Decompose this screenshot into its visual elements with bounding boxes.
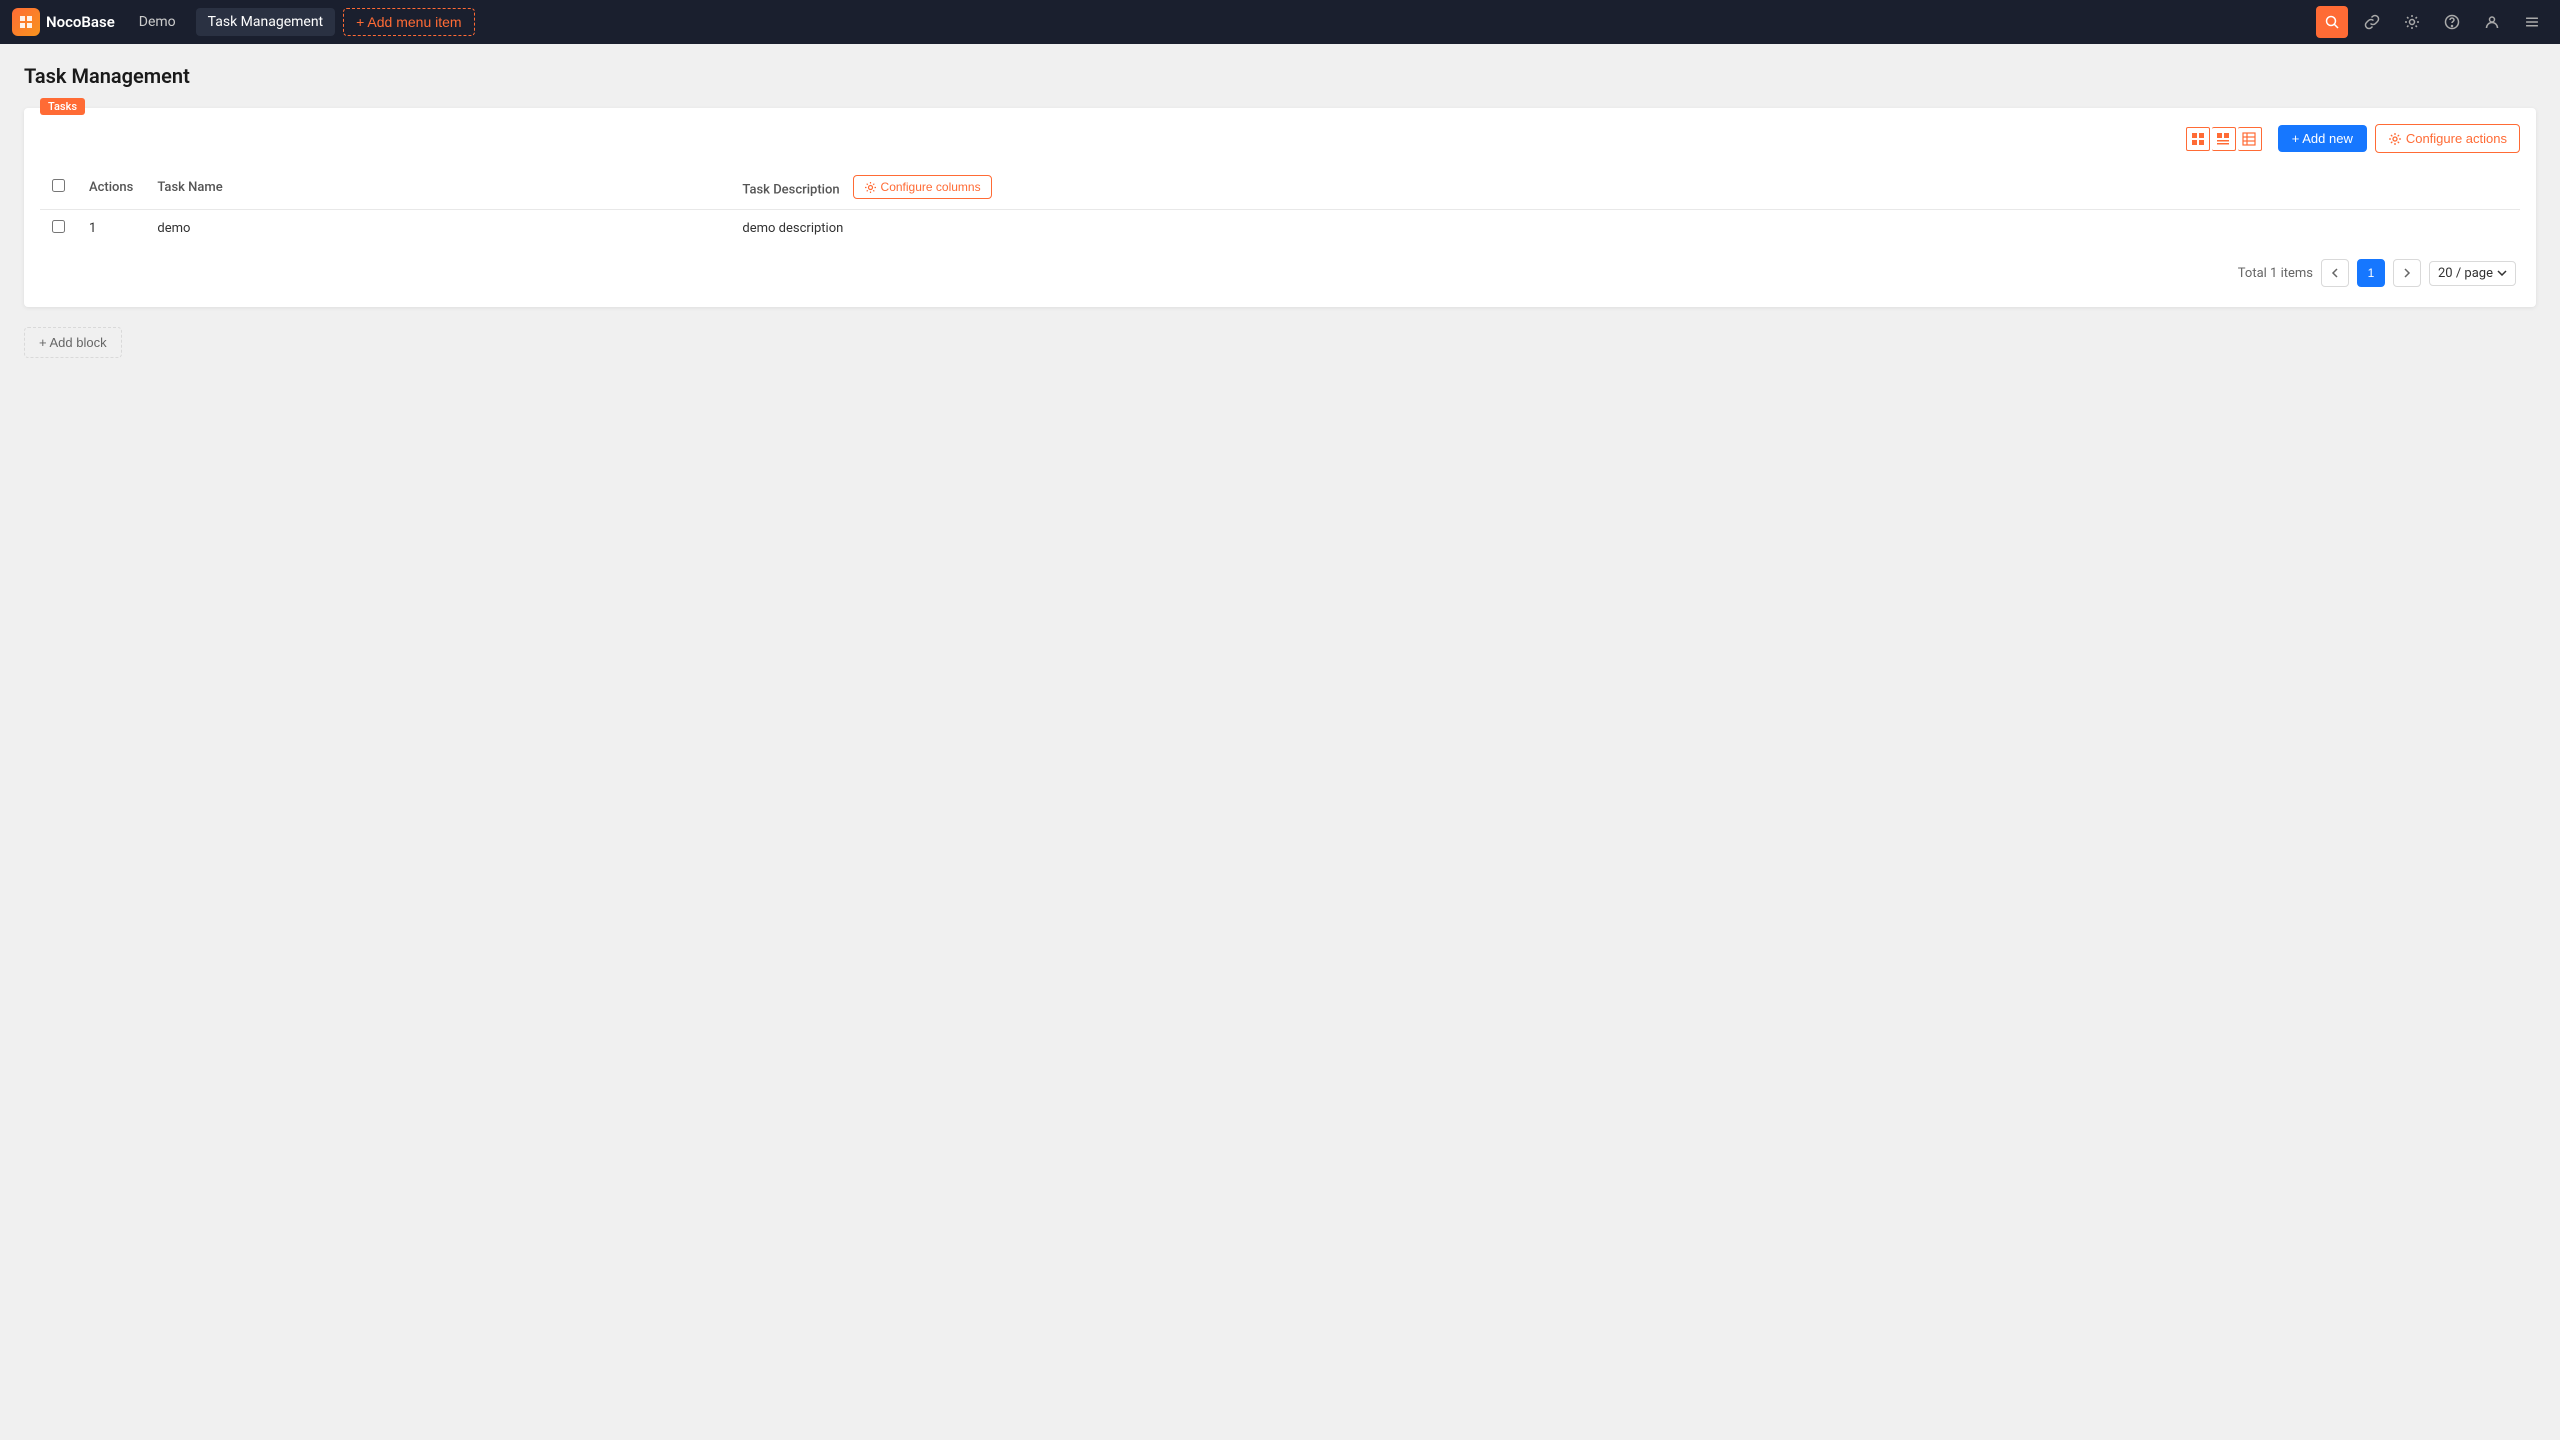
table-header-row: Actions Task Name Task Description xyxy=(40,165,2520,210)
page-content: Task Management Tasks xyxy=(0,44,2560,378)
pagination-next-button[interactable] xyxy=(2393,259,2421,287)
help-icon-button[interactable] xyxy=(2436,6,2468,38)
page-title: Task Management xyxy=(24,64,2536,88)
configure-columns-button[interactable]: Configure columns xyxy=(853,175,992,199)
list-view-icon[interactable] xyxy=(2212,127,2236,151)
topnav-right-icons xyxy=(2316,6,2548,38)
column-header-task-name: Task Name xyxy=(145,165,730,210)
tasks-block: Tasks xyxy=(24,108,2536,307)
column-header-task-description: Task Description Configure columns xyxy=(730,165,2520,210)
data-table: Actions Task Name Task Description xyxy=(40,165,2520,247)
column-header-actions: Actions xyxy=(77,165,145,210)
table-body: 1 demo demo description xyxy=(40,210,2520,248)
add-block-button[interactable]: + Add block xyxy=(24,327,122,358)
nav-tab-demo[interactable]: Demo xyxy=(127,8,188,36)
link-icon-button[interactable] xyxy=(2356,6,2388,38)
block-toolbar: + Add new Configure actions xyxy=(40,124,2520,153)
table-header: Actions Task Name Task Description xyxy=(40,165,2520,210)
search-icon-button[interactable] xyxy=(2316,6,2348,38)
row-number: 1 xyxy=(77,210,145,248)
pagination-bar: Total 1 items 1 20 / page xyxy=(40,247,2520,291)
row-checkbox[interactable] xyxy=(52,220,65,233)
select-all-checkbox[interactable] xyxy=(52,179,65,192)
row-task-name: demo xyxy=(145,210,730,248)
pagination-total: Total 1 items xyxy=(2238,266,2313,281)
sidebar-toggle-button[interactable] xyxy=(2516,6,2548,38)
settings-icon-button[interactable] xyxy=(2396,6,2428,38)
view-icons-group xyxy=(2186,127,2262,151)
select-all-checkbox-header[interactable] xyxy=(40,165,77,210)
page-size-selector[interactable]: 20 / page xyxy=(2429,261,2516,286)
logo-text: NocoBase xyxy=(46,13,115,31)
grid-view-icon[interactable] xyxy=(2186,127,2210,151)
add-new-button[interactable]: + Add new xyxy=(2278,125,2367,152)
top-navigation: NocoBase Demo Task Management + Add menu… xyxy=(0,0,2560,44)
table-row: 1 demo demo description xyxy=(40,210,2520,248)
pagination-page-1-button[interactable]: 1 xyxy=(2357,259,2385,287)
block-label: Tasks xyxy=(40,98,85,115)
logo[interactable]: NocoBase xyxy=(12,8,115,36)
user-icon-button[interactable] xyxy=(2476,6,2508,38)
row-checkbox-cell[interactable] xyxy=(40,210,77,248)
nav-tab-task-management[interactable]: Task Management xyxy=(196,8,335,36)
table-view-icon[interactable] xyxy=(2238,127,2262,151)
configure-actions-button[interactable]: Configure actions xyxy=(2375,124,2520,153)
logo-icon xyxy=(12,8,40,36)
add-menu-item-button[interactable]: + Add menu item xyxy=(343,8,474,36)
pagination-prev-button[interactable] xyxy=(2321,259,2349,287)
row-task-description: demo description xyxy=(730,210,2520,248)
